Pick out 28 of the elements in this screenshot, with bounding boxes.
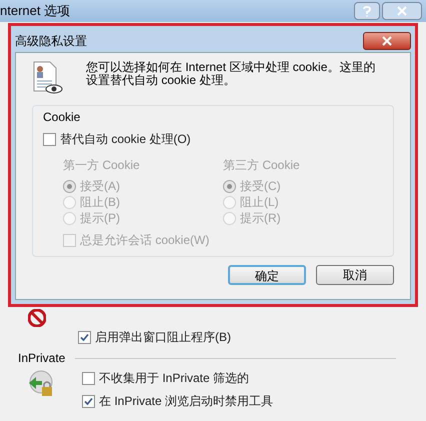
checkmark-icon — [80, 332, 89, 342]
checkbox[interactable]: 不收集用于 InPrivate 筛选的 — [82, 369, 274, 387]
description-text: 您可以选择如何在 Internet 区域中处理 cookie。这里的设置替代自动 cookie 处理。 — [86, 61, 376, 89]
radio-button[interactable]: 提示(P) — [63, 210, 163, 226]
close-icon — [397, 6, 407, 16]
checkbox[interactable]: 启用弹出窗口阻止程序(B) — [78, 328, 426, 346]
help-button[interactable] — [354, 2, 380, 20]
blocked-sign-icon — [28, 309, 46, 327]
checkmark-icon — [84, 396, 93, 406]
question-mark-icon — [363, 6, 371, 16]
checkbox[interactable]: 替代自动 cookie 处理(O) — [43, 130, 383, 148]
close-button[interactable] — [363, 32, 411, 50]
radio-button[interactable]: 阻止(B) — [63, 194, 163, 210]
document-eye-icon — [32, 61, 64, 95]
close-icon — [382, 36, 392, 46]
dialog-button[interactable]: 确定 — [228, 265, 306, 285]
dialog-button[interactable]: 取消 — [316, 265, 394, 285]
window-title: nternet 选项 — [0, 2, 70, 20]
column-heading: 第三方 Cookie — [223, 157, 301, 174]
radio-button[interactable]: 提示(R) — [223, 210, 323, 226]
radio-button[interactable]: 接受(A) — [63, 178, 163, 194]
radio-button[interactable]: 阻止(L) — [223, 194, 323, 210]
dialog-title: 高级隐私设置 — [15, 33, 87, 50]
group-title: Cookie — [43, 109, 82, 126]
radio-button[interactable]: 接受(C) — [223, 178, 323, 194]
checkbox[interactable]: 在 InPrivate 浏览启动时禁用工具 — [82, 392, 274, 410]
column-heading: 第一方 Cookie — [63, 157, 141, 174]
section-heading: InPrivate — [18, 350, 66, 367]
